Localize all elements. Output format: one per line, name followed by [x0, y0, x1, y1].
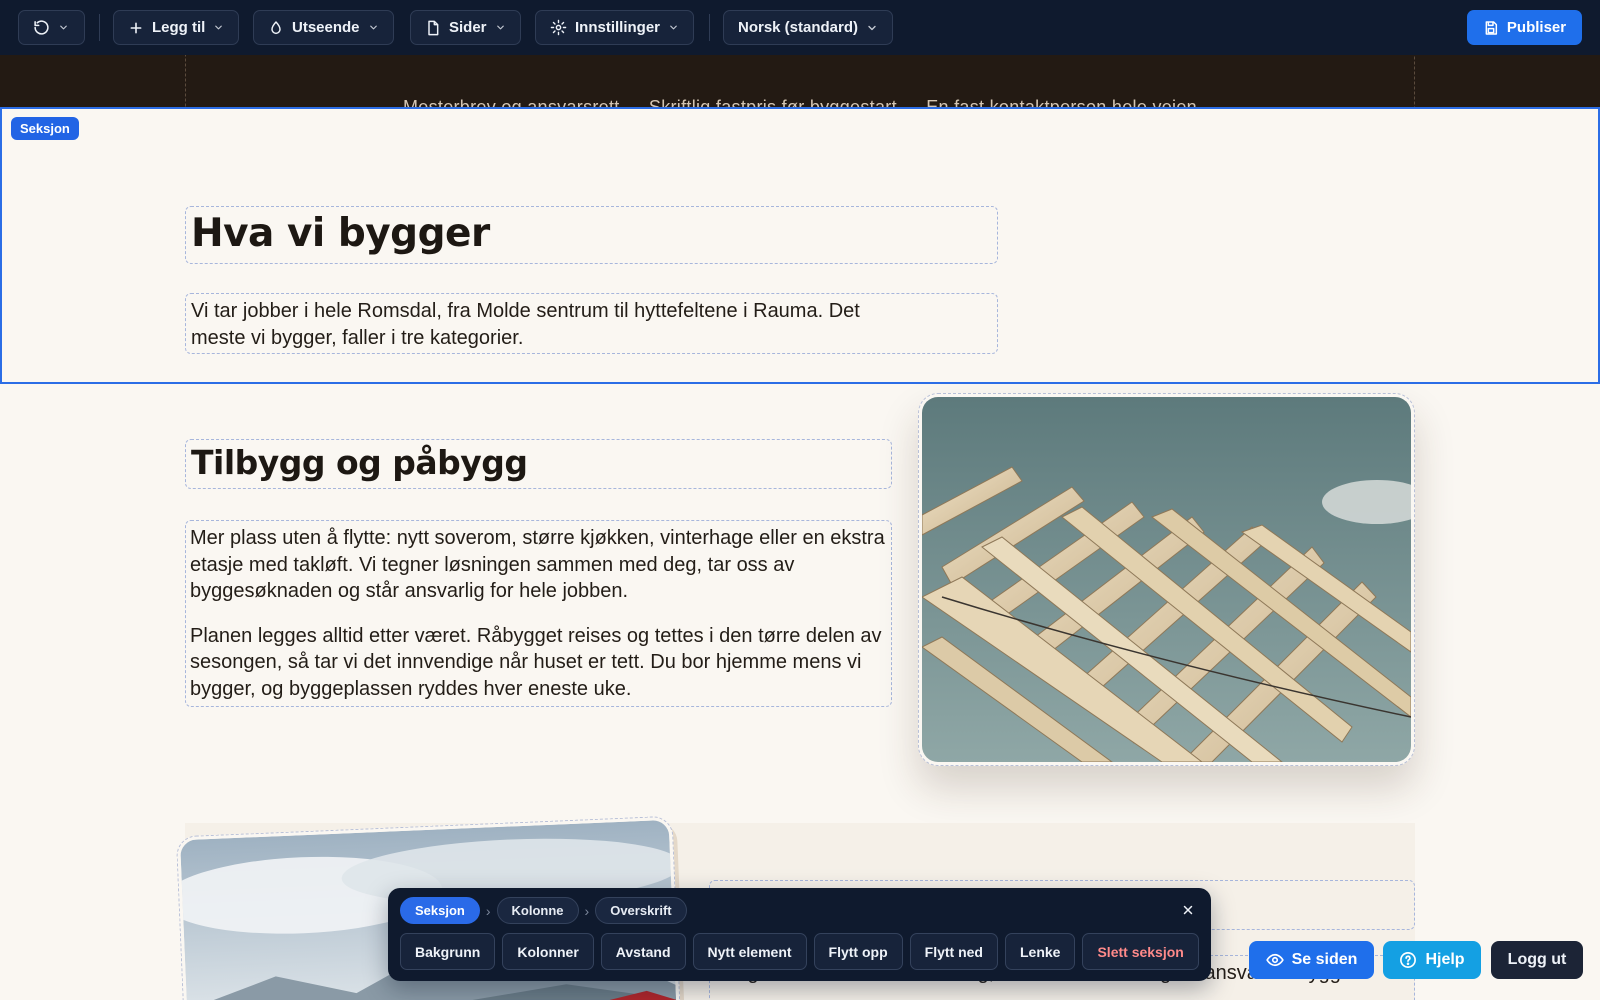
settings-button[interactable]: Innstillinger [535, 10, 695, 45]
chevron-down-icon [60, 25, 67, 30]
service-body: Mer plass uten å flytte: nytt soverom, s… [190, 525, 887, 702]
service-paragraph: Planen legges alltid etter været. Råbygg… [190, 624, 882, 700]
language-value: Norsk (standard) [738, 19, 859, 36]
roof-trusses-photo[interactable] [918, 393, 1415, 766]
breadcrumb-heading[interactable]: Overskrift [595, 897, 687, 924]
chevron-down-icon [496, 25, 504, 30]
add-label: Legg til [152, 19, 206, 36]
droplet-icon [271, 20, 281, 34]
language-select[interactable]: Norsk (standard) [723, 10, 894, 45]
editor-toolbar: Legg til Utseende Sider Innstillinger No… [0, 0, 1600, 55]
chevron-down-icon [215, 25, 223, 30]
breadcrumb-section[interactable]: Seksjon [400, 897, 480, 924]
section-editor-panel: Seksjon › Kolonne › Overskrift Bakgrunn … [388, 888, 1211, 981]
save-icon [1485, 20, 1497, 35]
hero-bullet: Mesterbrev og ansvarsrett [403, 97, 620, 107]
service-title: Tilbygg og påbygg [191, 443, 528, 482]
section-badge: Seksjon [11, 117, 79, 140]
view-page-label: Se siden [1291, 951, 1358, 968]
columns-button[interactable]: Kolonner [502, 933, 594, 970]
toolbar-divider [99, 14, 100, 41]
appearance-button[interactable]: Utseende [253, 10, 394, 45]
selected-section[interactable]: Seksjon Hva vi bygger Vi tar jobber i he… [0, 107, 1600, 384]
service-paragraph: Mer plass uten å flytte: nytt soverom, s… [190, 527, 885, 602]
move-down-button[interactable]: Flytt ned [909, 933, 998, 970]
page-icon [428, 20, 439, 35]
breadcrumb-column[interactable]: Kolonne [496, 897, 579, 924]
eye-icon [1265, 953, 1284, 967]
chevron-down-icon [670, 25, 677, 30]
background-button[interactable]: Bakgrunn [400, 933, 496, 970]
section-title: Hva vi bygger [191, 211, 490, 256]
close-editor-button[interactable] [1178, 900, 1198, 920]
appearance-label: Utseende [292, 19, 360, 36]
move-up-button[interactable]: Flytt opp [813, 933, 903, 970]
help-button[interactable]: Hjelp [1383, 941, 1481, 979]
settings-label: Innstillinger [575, 19, 661, 36]
section-intro: Vi tar jobber i hele Romsdal, fra Molde … [191, 300, 860, 349]
chevron-down-icon [369, 25, 377, 30]
hero-section: Mesterbrev og ansvarsrett Skriftlig fast… [0, 55, 1600, 107]
close-icon [1183, 905, 1193, 915]
section-actions: Bakgrunn Kolonner Avstand Nytt element F… [400, 933, 1199, 970]
gear-icon [550, 19, 567, 36]
pages-button[interactable]: Sider [410, 10, 521, 45]
hero-bullet: En fast kontaktperson hele veien [926, 97, 1197, 107]
plus-icon [130, 22, 142, 33]
hero-bullets: Mesterbrev og ansvarsrett Skriftlig fast… [0, 97, 1600, 107]
pages-label: Sider [449, 19, 487, 36]
link-button[interactable]: Lenke [1005, 933, 1076, 970]
add-button[interactable]: Legg til [113, 10, 240, 45]
view-page-button[interactable]: Se siden [1249, 941, 1374, 979]
chevron-right-icon: › [485, 902, 491, 919]
toolbar-divider [709, 14, 710, 41]
service-heading-edit-box[interactable]: Tilbygg og påbygg [185, 439, 892, 489]
chevron-down-icon [868, 25, 876, 30]
undo-icon [34, 20, 49, 35]
publish-label: Publiser [1506, 19, 1567, 36]
help-label: Hjelp [1425, 951, 1465, 968]
delete-section-button[interactable]: Slett seksjon [1082, 933, 1199, 970]
help-icon [1400, 952, 1417, 968]
hero-bullet: Skriftlig fastpris før byggestart [648, 97, 897, 107]
new-element-button[interactable]: Nytt element [692, 933, 807, 970]
publish-button[interactable]: Publiser [1467, 10, 1582, 45]
heading-edit-box[interactable]: Hva vi bygger [185, 206, 998, 264]
breadcrumb: Seksjon › Kolonne › Overskrift [400, 897, 687, 924]
service-text-edit-box[interactable]: Mer plass uten å flytte: nytt soverom, s… [185, 520, 892, 707]
logout-button[interactable]: Logg ut [1491, 941, 1583, 979]
intro-edit-box[interactable]: Vi tar jobber i hele Romsdal, fra Molde … [185, 293, 998, 354]
chevron-right-icon: › [584, 902, 590, 919]
spacing-button[interactable]: Avstand [600, 933, 686, 970]
history-button[interactable] [18, 10, 85, 45]
